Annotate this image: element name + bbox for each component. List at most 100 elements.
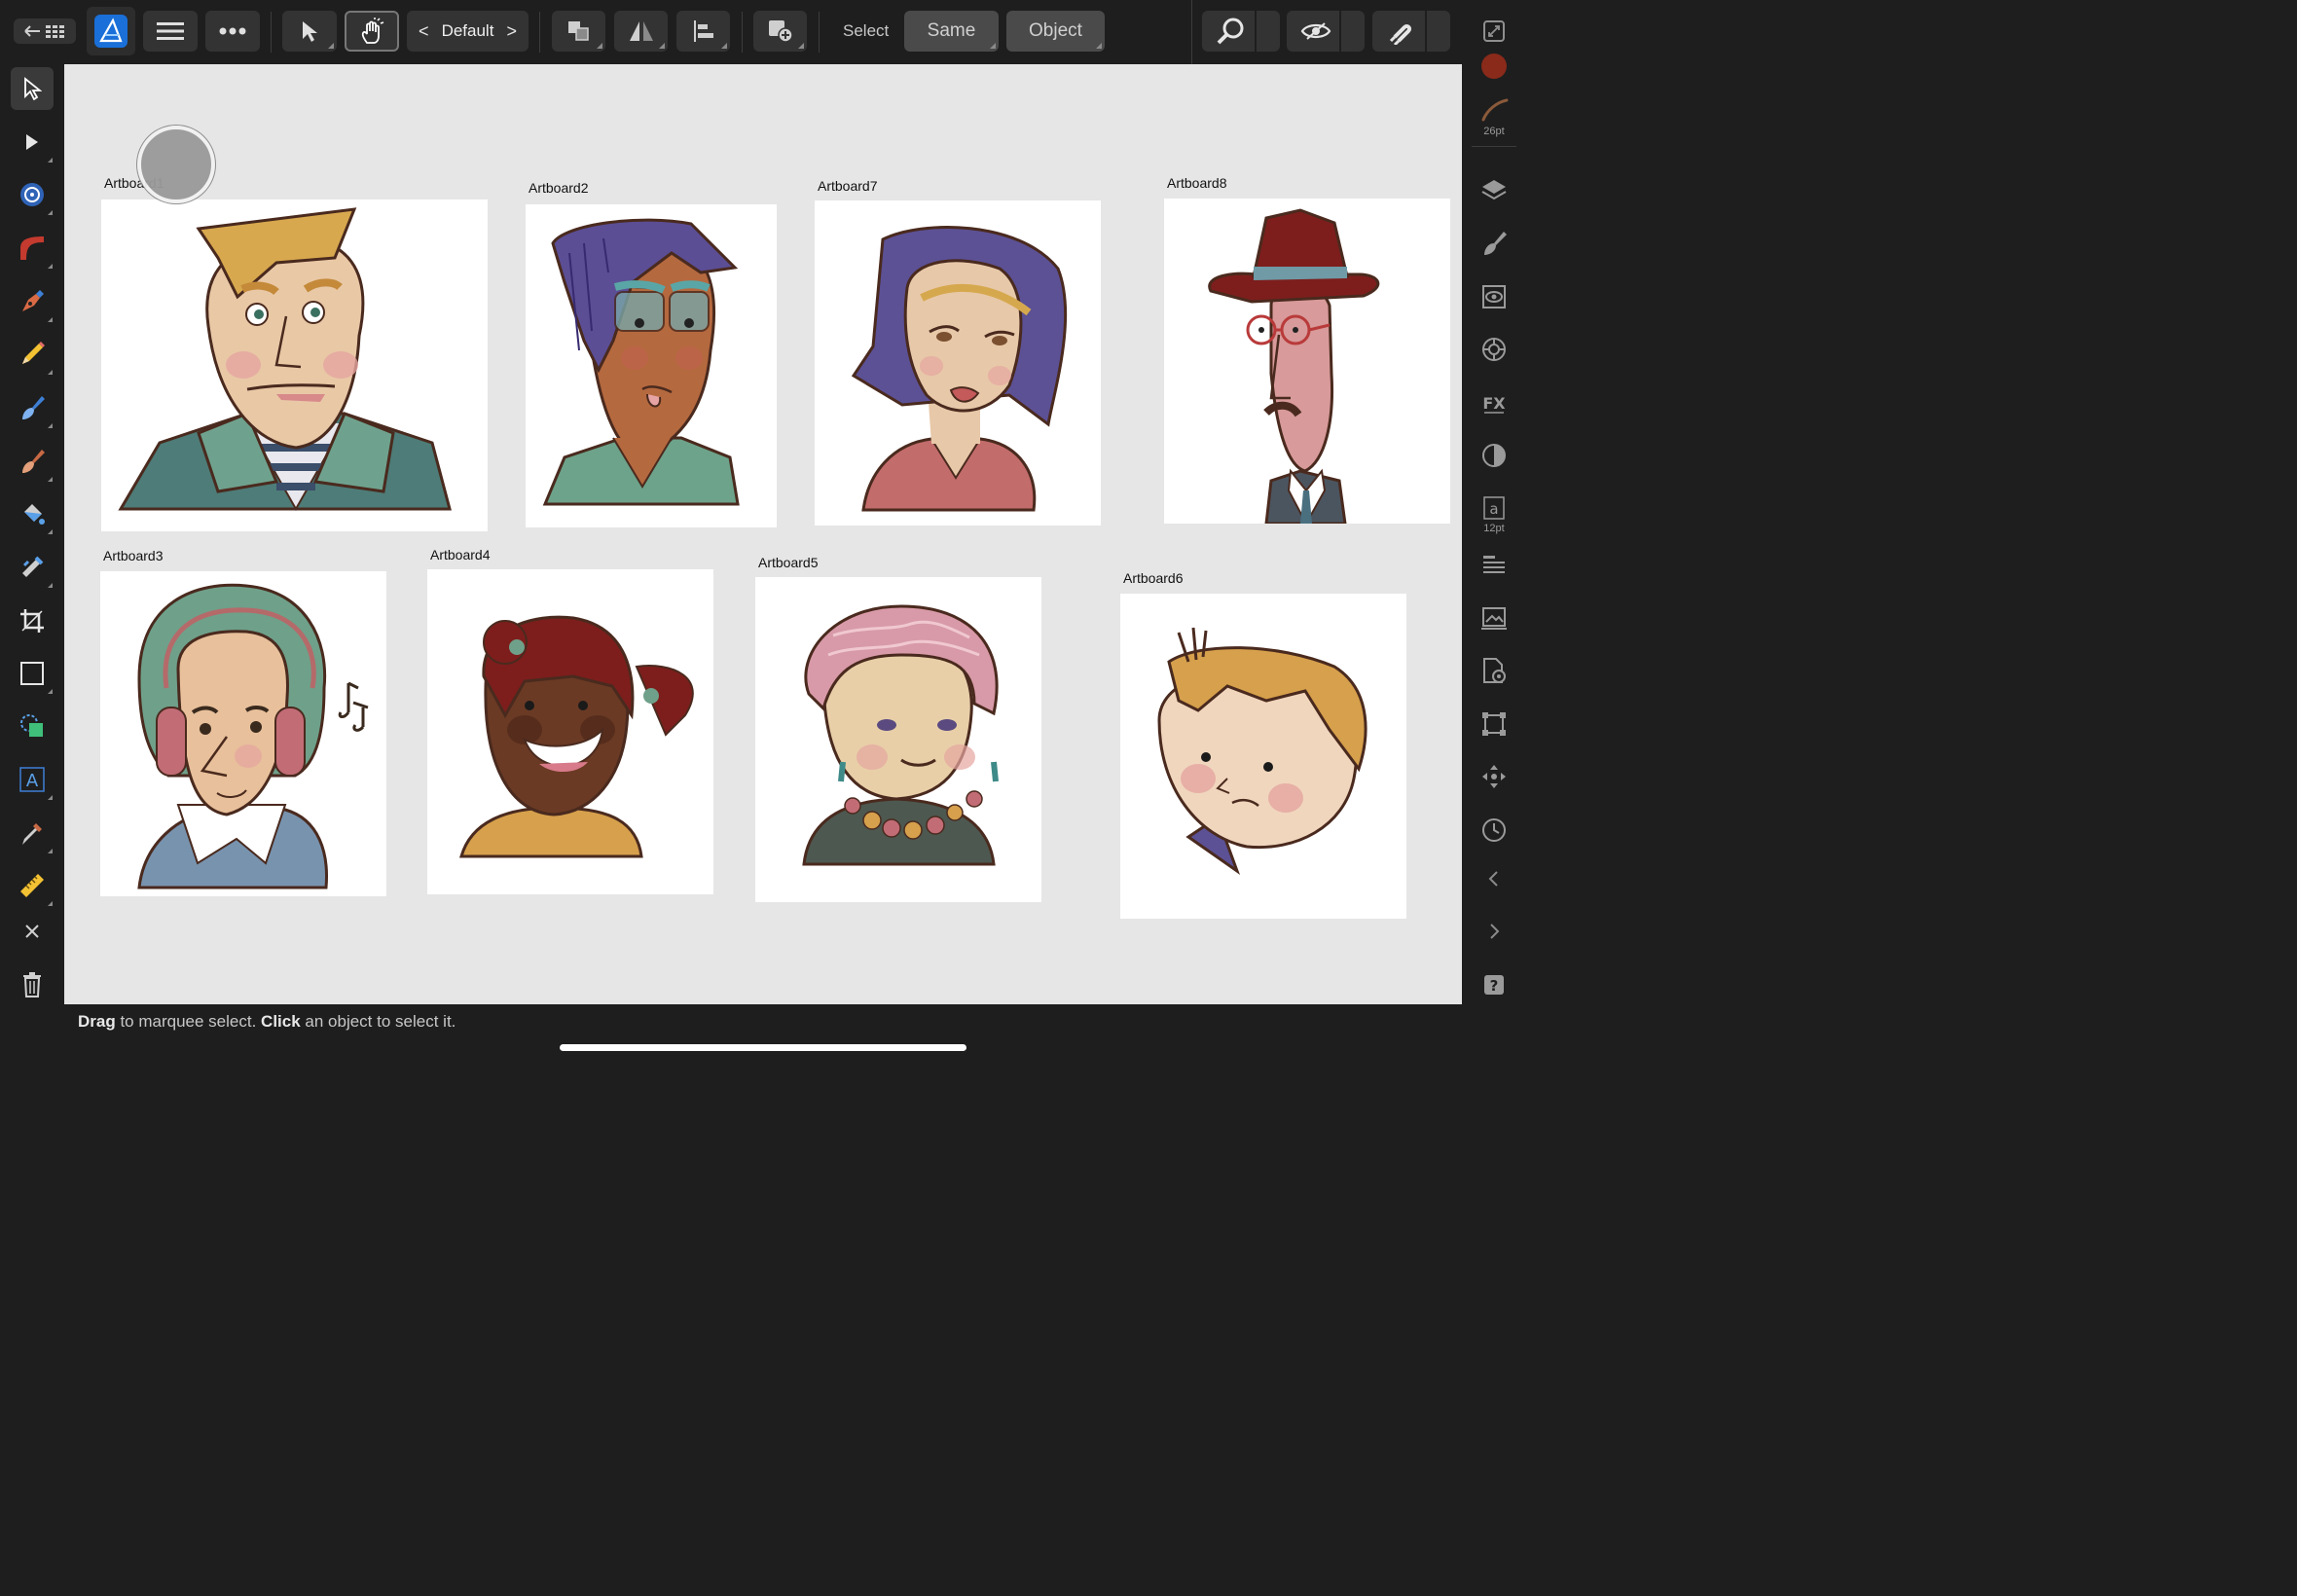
zoom-button[interactable] — [1202, 11, 1280, 52]
artboard-label[interactable]: Artboard8 — [1167, 175, 1226, 191]
view-mode-button[interactable] — [1287, 11, 1365, 52]
brushes-panel-button[interactable] — [1473, 222, 1515, 265]
transparency-tool[interactable] — [11, 546, 54, 589]
select-object-label: Object — [1029, 20, 1082, 41]
workspace-next-button[interactable]: > — [506, 21, 517, 42]
expand-panel-button[interactable] — [1473, 910, 1515, 953]
gradient-tool[interactable] — [11, 227, 54, 270]
snapping-button[interactable] — [1372, 11, 1450, 52]
color-swatch[interactable] — [1473, 45, 1515, 88]
flip-button[interactable] — [614, 11, 668, 52]
character-illustration — [1157, 627, 1367, 875]
artboard-3[interactable] — [100, 571, 386, 896]
effects-panel-button[interactable]: FX — [1473, 381, 1515, 424]
align-button[interactable] — [676, 11, 730, 52]
artboard-6[interactable] — [1120, 594, 1406, 919]
help-click-text: an object to select it. — [300, 1012, 456, 1031]
character-illustration — [118, 207, 452, 512]
artboard-8[interactable] — [1164, 199, 1450, 524]
insert-button[interactable] — [753, 11, 807, 52]
layers-panel-button[interactable] — [1473, 169, 1515, 212]
designer-persona-button[interactable] — [87, 7, 135, 55]
character-panel-button[interactable]: a 12pt — [1473, 488, 1515, 542]
move-tool[interactable] — [11, 67, 54, 110]
fill-tool[interactable] — [11, 492, 54, 535]
vector-brush-tool[interactable] — [11, 386, 54, 429]
home-indicator[interactable] — [560, 1044, 966, 1051]
artboard-label[interactable]: Artboard3 — [103, 548, 163, 563]
artboard-label[interactable]: Artboard7 — [818, 178, 877, 194]
select-same-button[interactable]: Same — [904, 11, 999, 52]
artboard-label[interactable]: Artboard2 — [529, 180, 588, 196]
artboard-4[interactable] — [427, 569, 713, 894]
shape-builder-icon — [20, 714, 43, 737]
artboard-5[interactable] — [755, 577, 1041, 902]
tools-panel: A — [0, 64, 64, 1061]
document-canvas[interactable]: Artboard1 Artboard2 Artboard7 Artboard8 … — [64, 64, 1462, 1004]
artboard-label[interactable]: Artboard6 — [1123, 570, 1183, 586]
trash-icon — [23, 972, 41, 998]
help-click-word: Click — [261, 1012, 301, 1031]
artboard-label[interactable]: Artboard5 — [758, 555, 818, 570]
corner-tool[interactable] — [11, 173, 54, 216]
appearance-panel-button[interactable] — [1473, 275, 1515, 318]
move-tool-button[interactable] — [282, 11, 337, 52]
node-tool[interactable] — [11, 121, 54, 163]
workspace-switcher[interactable]: < Default > — [407, 11, 529, 52]
help-drag-word: Drag — [78, 1012, 116, 1031]
pencil-icon — [22, 342, 45, 364]
collapse-panel-button[interactable] — [1473, 857, 1515, 900]
text-size-label: 12pt — [1483, 523, 1505, 534]
help-button[interactable]: ? — [1473, 963, 1515, 1006]
history-panel-button[interactable] — [1473, 809, 1515, 852]
navigator-panel-button[interactable] — [1473, 755, 1515, 798]
rectangle-tool[interactable] — [11, 652, 54, 695]
fill-bucket-icon — [24, 504, 45, 525]
hamburger-icon — [157, 22, 184, 40]
workspace-prev-button[interactable]: < — [419, 21, 429, 42]
view-mode-icon — [1300, 22, 1331, 40]
menu-button[interactable] — [143, 11, 198, 52]
text-icon: A — [19, 767, 45, 792]
artistic-text-tool[interactable]: A — [11, 758, 54, 801]
close-tool-button[interactable] — [11, 910, 54, 953]
brush-stroke-icon — [1481, 98, 1509, 122]
snapping-magnet-icon — [1389, 23, 1412, 45]
artboard-2[interactable] — [526, 204, 777, 527]
color-picker-tool[interactable] — [11, 812, 54, 854]
align-icon — [693, 20, 713, 42]
pen-tool[interactable] — [11, 280, 54, 323]
history-icon — [1482, 818, 1506, 842]
artboard-7[interactable] — [815, 200, 1101, 526]
eyedropper-icon — [22, 823, 42, 845]
measure-tool[interactable] — [11, 864, 54, 907]
adjustments-panel-button[interactable] — [1473, 328, 1515, 371]
brushes-icon — [1484, 232, 1507, 255]
stock-panel-button[interactable] — [1473, 597, 1515, 639]
close-icon — [25, 925, 39, 938]
artboard-1[interactable] — [101, 200, 488, 531]
transform-panel-button[interactable] — [1473, 703, 1515, 745]
more-button[interactable] — [205, 11, 260, 52]
move-pointer-icon — [303, 21, 317, 42]
paragraph-panel-button[interactable] — [1473, 544, 1515, 587]
character-illustration — [542, 218, 740, 506]
arrange-button[interactable] — [552, 11, 605, 52]
artboard-label[interactable]: Artboard4 — [430, 547, 490, 562]
brush-size-control[interactable]: 26pt — [1473, 88, 1515, 146]
top-toolbar: < Default > Select Same Object — [0, 0, 1526, 64]
back-to-gallery-button[interactable] — [14, 18, 76, 44]
document-settings-button[interactable] — [1473, 649, 1515, 692]
hand-tool-button[interactable] — [345, 11, 399, 52]
delete-button[interactable] — [11, 963, 54, 1006]
shape-builder-tool[interactable] — [11, 705, 54, 747]
pixel-brush-tool[interactable] — [11, 440, 54, 483]
crop-tool[interactable] — [11, 599, 54, 642]
pencil-tool[interactable] — [11, 333, 54, 376]
character-illustration — [851, 226, 1068, 512]
hand-touch-icon — [361, 18, 384, 44]
navigator-icon — [1482, 765, 1506, 788]
styles-panel-button[interactable] — [1473, 434, 1515, 477]
select-object-button[interactable]: Object — [1006, 11, 1105, 52]
node-pointer-icon — [26, 134, 38, 150]
